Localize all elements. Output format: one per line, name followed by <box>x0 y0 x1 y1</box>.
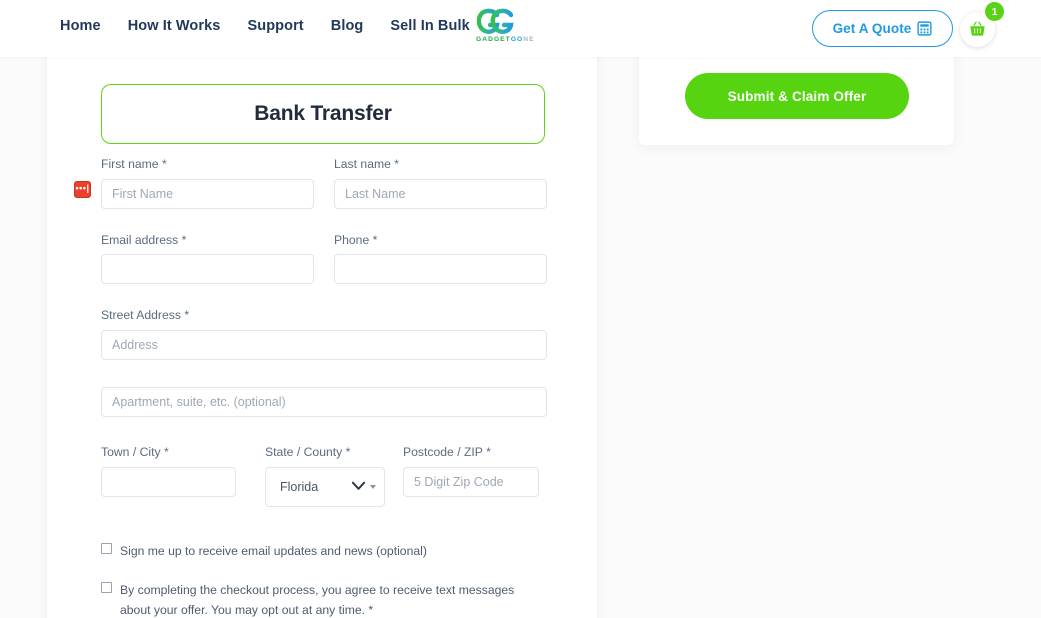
get-a-quote-button[interactable]: Get A Quote <box>812 10 953 47</box>
payment-method-title: Bank Transfer <box>254 102 392 125</box>
first-name-label: First name * <box>101 157 167 171</box>
nav-item-support[interactable]: Support <box>247 18 303 34</box>
postcode-zip-input[interactable] <box>403 466 539 497</box>
address-line-2-field-group <box>101 386 547 417</box>
sms-consent-checkbox-row: By completing the checkout process, you … <box>101 580 547 618</box>
phone-input[interactable] <box>334 254 547 285</box>
submit-claim-offer-button[interactable]: Submit & Claim Offer <box>685 73 909 119</box>
last-name-label: Last name * <box>334 157 400 171</box>
email-input[interactable] <box>101 254 314 285</box>
nav-item-sell-in-bulk[interactable]: Sell In Bulk <box>390 18 469 34</box>
nav-item-how-it-works[interactable]: How It Works <box>128 18 221 34</box>
street-address-field-group: Street Address * <box>101 308 547 360</box>
order-summary-card: Submit & Claim Offer <box>639 57 954 145</box>
address-line-2-input[interactable] <box>101 386 547 417</box>
calculator-icon <box>917 21 933 36</box>
get-a-quote-label: Get A Quote <box>832 21 912 36</box>
logo-wordmark: GADGETGONE <box>476 36 535 44</box>
postcode-zip-label: Postcode / ZIP * <box>403 444 491 459</box>
billing-form: First name * •••| Last name * Email addr… <box>74 157 547 618</box>
checkout-card: Bank Transfer First name * •••| Last nam… <box>47 57 597 618</box>
town-city-label: Town / City * <box>101 444 169 459</box>
nav-item-blog[interactable]: Blog <box>331 18 364 34</box>
page-body: Submit & Claim Offer Bank Transfer First… <box>0 57 1041 618</box>
email-updates-label: Sign me up to receive email updates and … <box>120 543 427 558</box>
sms-consent-checkbox[interactable] <box>101 581 112 593</box>
sms-consent-label: By completing the checkout process, you … <box>120 582 515 617</box>
main-navigation: Home How It Works Support Blog Sell In B… <box>60 18 470 34</box>
phone-field-group: Phone * <box>334 233 547 285</box>
street-address-input[interactable] <box>101 329 547 360</box>
email-updates-checkbox-row: Sign me up to receive email updates and … <box>101 541 547 561</box>
town-city-input[interactable] <box>101 466 236 497</box>
state-county-select[interactable] <box>265 466 385 507</box>
street-address-label: Street Address * <box>101 308 190 323</box>
email-updates-checkbox[interactable] <box>101 542 112 554</box>
email-label: Email address * <box>101 232 187 247</box>
postcode-zip-field-group: Postcode / ZIP * <box>403 445 539 497</box>
site-logo[interactable]: GADGETGONE <box>476 8 535 50</box>
autofill-glyph: •••| <box>75 182 90 193</box>
lastpass-autofill-icon[interactable]: •••| <box>74 180 91 198</box>
logo-word-go: GO <box>510 36 524 43</box>
gg-monogram-icon <box>477 8 514 34</box>
phone-label: Phone * <box>334 232 378 247</box>
last-name-field-group: Last name * <box>334 157 547 209</box>
email-field-group: Email address * <box>101 233 314 285</box>
first-name-input[interactable] <box>101 178 314 209</box>
logo-word-ne: NE <box>523 36 535 43</box>
nav-item-home[interactable]: Home <box>60 18 101 34</box>
state-county-label: State / County * <box>265 444 351 459</box>
town-city-field-group: Town / City * <box>101 445 236 497</box>
logo-word-gadget: GADGET <box>476 36 511 43</box>
first-name-field-group: First name * •••| <box>74 157 314 209</box>
payment-method-banner[interactable]: Bank Transfer <box>101 84 545 144</box>
cart-count-badge[interactable]: 1 <box>985 2 1004 21</box>
state-county-field-group: State / County * <box>265 445 385 507</box>
shopping-basket-icon <box>970 21 985 36</box>
last-name-input[interactable] <box>334 178 547 209</box>
site-header: Home How It Works Support Blog Sell In B… <box>0 0 1041 57</box>
